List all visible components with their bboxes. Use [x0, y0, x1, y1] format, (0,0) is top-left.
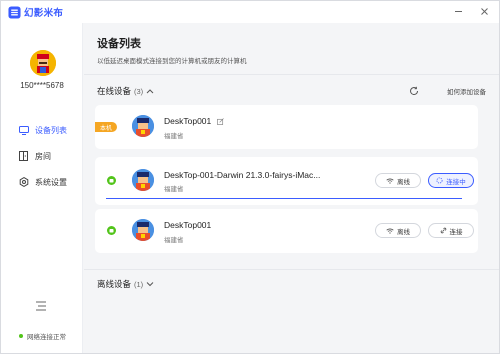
device-card[interactable]: DeskTop-001-Darwin 21.3.0-fairys-iMac...…	[95, 157, 478, 205]
device-card[interactable]: 本机 DeskTop001 福建省	[95, 105, 478, 149]
online-count: (3)	[134, 86, 144, 96]
device-avatar	[132, 115, 154, 137]
device-name: DeskTop001	[164, 116, 212, 126]
connecting-button-label: 连接中	[446, 178, 466, 186]
main-panel: 设备列表 以低延迟桌面模式连接到您的计算机或朋友的计算机 在线设备 (3) 如何…	[84, 23, 499, 353]
device-card[interactable]: DeskTop001 福建省 离线 连接	[95, 209, 478, 253]
title-bar: 幻影米布	[1, 1, 499, 23]
minimize-icon	[454, 10, 462, 12]
monitor-icon	[18, 125, 29, 136]
status-dot-icon	[19, 334, 23, 338]
chevron-down-icon	[146, 282, 154, 287]
online-section-label: 在线设备	[97, 86, 132, 96]
offline-button-label: 离线	[397, 178, 410, 186]
device-name: DeskTop001	[164, 220, 212, 230]
device-avatar	[132, 219, 154, 241]
menu-icon[interactable]	[34, 300, 48, 312]
offline-section-toggle[interactable]: 离线设备 (1)	[97, 278, 154, 290]
sidebar-item-settings[interactable]: 系统设置	[1, 171, 83, 193]
link-icon	[440, 227, 446, 234]
sidebar-item-label: 房间	[35, 151, 51, 161]
app-name: 幻影米布	[24, 8, 64, 19]
close-button[interactable]	[477, 4, 491, 18]
connection-progress-bar	[106, 198, 462, 199]
offline-button-label: 离线	[397, 228, 410, 236]
edit-icon[interactable]	[216, 118, 224, 126]
device-name: DeskTop-001-Darwin 21.3.0-fairys-iMac...	[164, 170, 321, 180]
how-to-add-device-link[interactable]: 如何添加设备	[447, 86, 486, 96]
device-name-row: DeskTop001	[164, 116, 224, 126]
divider	[84, 74, 499, 75]
offline-button[interactable]: 离线	[375, 223, 421, 238]
sidebar-item-label: 设备列表	[35, 125, 67, 135]
close-icon	[480, 7, 488, 15]
local-machine-badge: 本机	[95, 122, 117, 132]
device-avatar	[132, 169, 154, 191]
sidebar-item-room[interactable]: 房间	[1, 145, 83, 167]
logo-icon	[8, 5, 21, 19]
online-section-toggle[interactable]: 在线设备 (3)	[97, 85, 154, 97]
wifi-icon	[386, 228, 394, 234]
app-logo: 幻影米布	[8, 5, 63, 19]
offline-button[interactable]: 离线	[375, 173, 421, 188]
network-status: 网络连接正常	[19, 331, 66, 341]
network-status-text: 网络连接正常	[27, 334, 66, 341]
user-avatar[interactable]	[30, 50, 56, 76]
divider	[84, 269, 499, 270]
connect-button[interactable]: 连接	[428, 223, 474, 238]
android-icon	[107, 176, 116, 185]
page-title: 设备列表	[97, 38, 141, 50]
app-window: 幻影米布 150****5678 设备列表 房间 系统设置 网络连接正常 设备列…	[0, 0, 500, 354]
connecting-button[interactable]: 连接中	[428, 173, 474, 188]
chevron-up-icon	[146, 89, 154, 94]
android-icon	[107, 226, 116, 235]
wifi-icon	[386, 178, 394, 184]
offline-count: (1)	[134, 279, 144, 289]
sidebar-item-devices[interactable]: 设备列表	[1, 119, 83, 141]
minimize-button[interactable]	[451, 4, 465, 18]
sidebar-item-label: 系统设置	[35, 177, 67, 187]
refresh-icon[interactable]	[409, 86, 419, 96]
device-location: 福建省	[164, 186, 184, 193]
user-id: 150****5678	[20, 81, 64, 90]
door-icon	[18, 151, 29, 162]
connect-button-label: 连接	[449, 228, 463, 236]
device-location: 福建省	[164, 133, 184, 140]
page-subtitle: 以低延迟桌面模式连接到您的计算机或朋友的计算机	[97, 58, 247, 65]
sidebar: 150****5678 设备列表 房间 系统设置 网络连接正常	[1, 23, 83, 353]
device-location: 福建省	[164, 237, 184, 244]
spinner-icon	[436, 177, 443, 184]
offline-section-label: 离线设备	[97, 279, 132, 289]
gear-icon	[18, 177, 29, 188]
